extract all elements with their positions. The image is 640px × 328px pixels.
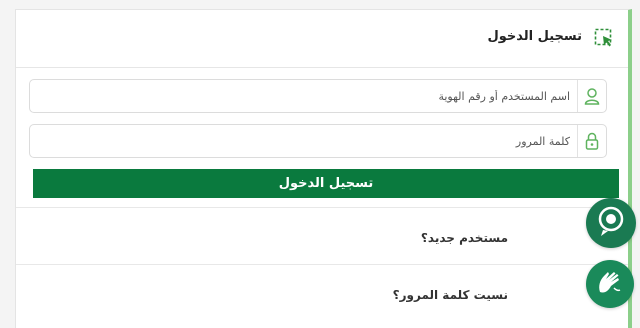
username-field[interactable] (22, 79, 607, 113)
username-input[interactable] (22, 80, 578, 112)
login-title: تسجيل الدخول (487, 29, 582, 44)
chat-support-button[interactable] (586, 198, 636, 248)
sign-language-button[interactable] (586, 260, 634, 308)
login-card: تسجيل الدخول تسجيل الدخول مستخدم جديد؟ ن… (15, 9, 632, 328)
cursor-select-icon (594, 28, 614, 48)
lock-icon (577, 125, 606, 157)
login-header: تسجيل الدخول (16, 10, 628, 68)
sign-language-icon (594, 266, 626, 302)
forgot-password-link[interactable]: نسيت كلمة المرور؟ (393, 288, 508, 302)
password-field[interactable] (22, 124, 607, 158)
login-button[interactable]: تسجيل الدخول (33, 169, 619, 198)
forgot-password-row[interactable]: نسيت كلمة المرور؟ (16, 264, 628, 322)
new-user-row[interactable]: مستخدم جديد؟ (16, 207, 628, 265)
chat-support-icon (593, 203, 629, 243)
password-input[interactable] (22, 125, 578, 157)
user-icon (577, 80, 606, 112)
new-user-link[interactable]: مستخدم جديد؟ (421, 231, 508, 245)
